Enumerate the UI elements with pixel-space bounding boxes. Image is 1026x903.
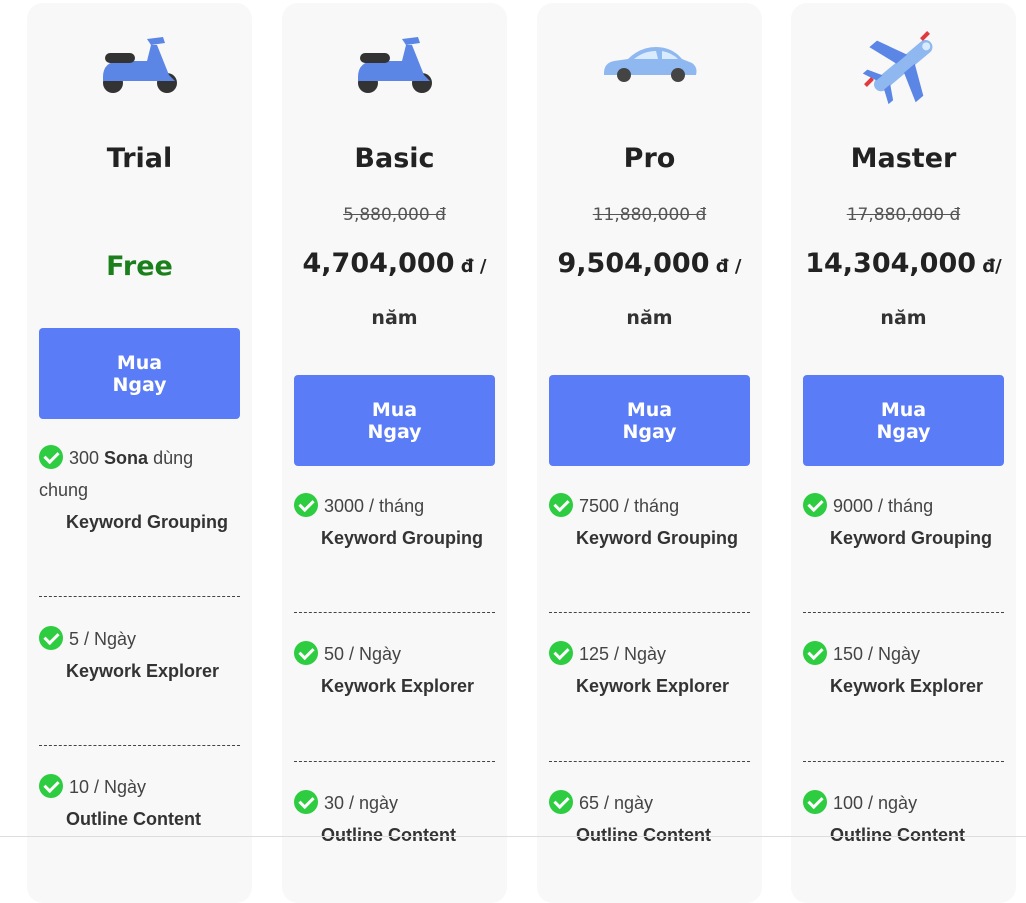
price-period: năm [371,307,418,329]
plan-card-pro: Pro 11,880,000 đ 9,504,000 đ / năm Mua N… [537,3,762,903]
check-icon [39,626,63,650]
check-icon [803,790,827,814]
divider [39,745,240,746]
plan-card-master: Master 17,880,000 đ 14,304,000 đ/ năm Mu… [791,3,1016,903]
divider [549,612,750,613]
bottom-divider [0,836,1026,837]
plan-name: Trial [106,143,173,174]
plan-price: 14,304,000 đ/ [805,248,1002,279]
airplane-icon [791,25,1016,105]
buy-now-button[interactable]: Mua Ngay [39,328,240,419]
scooter-icon [27,25,252,105]
plan-price: 4,704,000 đ / [302,248,487,279]
plan-price: 9,504,000 đ / [557,248,742,279]
old-price: 11,880,000 đ [592,205,707,225]
old-price: 17,880,000 đ [846,205,961,225]
feature-outline-content: 100 / ngày Outline Content [803,787,1004,851]
plan-card-basic: Basic 5,880,000 đ 4,704,000 đ / năm Mua … [282,3,507,903]
check-icon [549,641,573,665]
car-icon [537,25,762,105]
buy-now-button[interactable]: Mua Ngay [803,375,1004,466]
plan-card-trial: Trial Free Mua Ngay 300 Sona dùng chung … [27,3,252,903]
old-price: 5,880,000 đ [343,205,446,225]
plan-name: Basic [354,143,435,174]
check-icon [294,641,318,665]
divider [39,596,240,597]
check-icon [294,790,318,814]
divider [549,761,750,762]
feature-outline-content: 30 / ngày Outline Content [294,787,495,851]
feature-keyword-grouping: 3000 / tháng Keyword Grouping [294,490,495,554]
feature-outline-content: 10 / Ngày Outline Content [39,771,240,835]
check-icon [549,493,573,517]
feature-keyword-explorer: 50 / Ngày Keywork Explorer [294,638,495,702]
check-icon [549,790,573,814]
divider [294,761,495,762]
feature-outline-content: 65 / ngày Outline Content [549,787,750,851]
feature-keyword-explorer: 125 / Ngày Keywork Explorer [549,638,750,702]
feature-keyword-grouping: 300 Sona dùng chung Keyword Grouping [39,442,240,538]
price-period: năm [626,307,673,329]
check-icon [39,774,63,798]
buy-now-button[interactable]: Mua Ngay [549,375,750,466]
feature-keyword-grouping: 7500 / tháng Keyword Grouping [549,490,750,554]
divider [294,612,495,613]
check-icon [39,445,63,469]
feature-keyword-explorer: 5 / Ngày Keywork Explorer [39,623,240,687]
check-icon [803,493,827,517]
feature-keyword-grouping: 9000 / tháng Keyword Grouping [803,490,1004,554]
buy-now-button[interactable]: Mua Ngay [294,375,495,466]
divider [803,612,1004,613]
divider [803,761,1004,762]
plan-price: Free [106,251,173,282]
price-period: năm [880,307,927,329]
plan-name: Pro [623,143,676,174]
feature-keyword-explorer: 150 / Ngày Keywork Explorer [803,638,1004,702]
plan-name: Master [850,143,957,174]
scooter-icon [282,25,507,105]
check-icon [294,493,318,517]
check-icon [803,641,827,665]
